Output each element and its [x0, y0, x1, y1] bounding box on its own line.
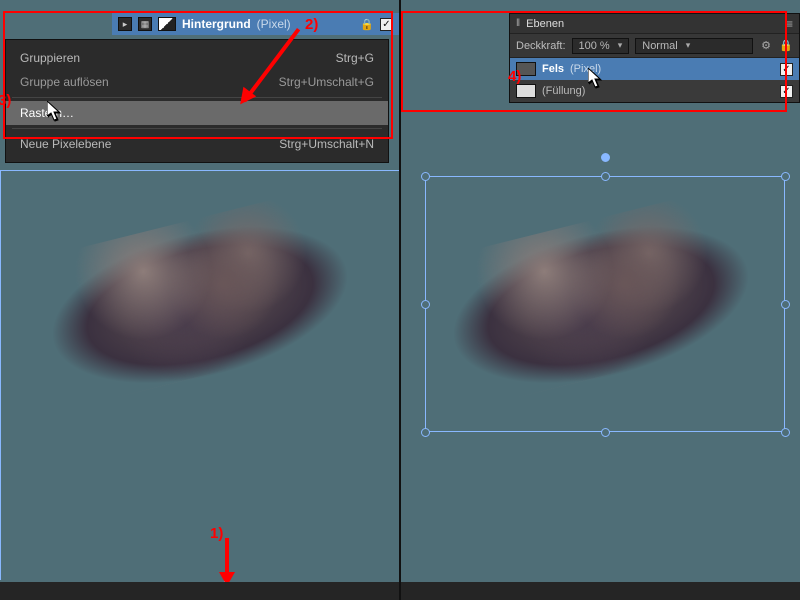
layer-type: (Pixel)	[570, 63, 601, 75]
blend-mode-select[interactable]: Normal	[635, 38, 753, 54]
menu-divider	[12, 97, 382, 98]
layers-panel: ‖ Ebenen ≡ Deckkraft: 100 % Normal ⚙ 🔒 F…	[509, 13, 800, 103]
context-menu: Gruppieren Strg+G Gruppe auflösen Strg+U…	[5, 39, 389, 163]
menu-shortcut: Strg+G	[336, 51, 374, 65]
lock-icon[interactable]: 🔒	[779, 39, 793, 52]
handle-ne[interactable]	[781, 172, 790, 181]
opacity-value[interactable]: 100 %	[572, 38, 630, 54]
panel-title: Ebenen	[526, 18, 780, 30]
layer-name[interactable]: (Füllung)	[542, 85, 585, 97]
menu-label: Gruppe auflösen	[20, 75, 109, 89]
visibility-checkbox[interactable]: ✓	[780, 63, 793, 76]
canvas-right[interactable]: ‖ Ebenen ≡ Deckkraft: 100 % Normal ⚙ 🔒 F…	[401, 0, 800, 600]
layer-type: (Pixel)	[257, 17, 291, 31]
menu-label: Neue Pixelebene	[20, 137, 111, 151]
menu-label: Gruppieren	[20, 51, 80, 65]
menu-label: Rastern…	[20, 106, 74, 120]
handle-n[interactable]	[601, 172, 610, 181]
selection-box-right[interactable]	[425, 176, 785, 432]
menu-shortcut: Strg+Umschalt+G	[279, 75, 374, 89]
layer-name[interactable]: Fels	[542, 63, 564, 75]
rotate-handle[interactable]	[601, 153, 610, 162]
mask-thumb-icon: ▦	[138, 17, 152, 31]
handle-nw[interactable]	[421, 172, 430, 181]
panel-header[interactable]: ‖ Ebenen ≡	[510, 14, 799, 34]
menu-item-neue-pixelebene[interactable]: Neue Pixelebene Strg+Umschalt+N	[6, 132, 388, 156]
panel-menu-icon[interactable]: ≡	[786, 17, 793, 31]
layer-name[interactable]: Hintergrund	[182, 17, 251, 31]
layer-row-hintergrund[interactable]: ▸ ▦ Hintergrund (Pixel) 🔒 ✓	[112, 13, 399, 35]
menu-divider	[12, 128, 382, 129]
canvas-left[interactable]: × ▸ ▦ Hintergrund (Pixel) 🔒 ✓ Gruppieren…	[0, 0, 399, 600]
menu-item-gruppe-aufloesen: Gruppe auflösen Strg+Umschalt+G	[6, 70, 388, 94]
handle-w[interactable]	[421, 300, 430, 309]
visibility-checkbox[interactable]: ✓	[380, 18, 393, 31]
panel-options-row: Deckkraft: 100 % Normal ⚙ 🔒	[510, 34, 799, 58]
handle-sw[interactable]	[421, 428, 430, 437]
handle-s[interactable]	[601, 428, 610, 437]
status-bar-left	[0, 582, 399, 600]
handle-e[interactable]	[781, 300, 790, 309]
collapse-toggle-icon[interactable]: ▸	[118, 17, 132, 31]
menu-item-gruppieren[interactable]: Gruppieren Strg+G	[6, 46, 388, 70]
handle-se[interactable]	[781, 428, 790, 437]
panel-tab-icon[interactable]: ‖	[516, 18, 520, 29]
status-bar-right	[401, 582, 800, 600]
lock-icon[interactable]: 🔒	[360, 18, 374, 31]
opacity-label: Deckkraft:	[516, 40, 566, 52]
gear-icon[interactable]: ⚙	[759, 39, 773, 52]
selection-box-left	[0, 170, 399, 580]
menu-shortcut: Strg+Umschalt+N	[279, 137, 374, 151]
visibility-checkbox[interactable]: ✓	[780, 85, 793, 98]
layer-row-fels[interactable]: Fels (Pixel) ✓	[510, 58, 799, 80]
layer-thumbnail[interactable]	[158, 17, 176, 31]
layer-row-fuellung[interactable]: (Füllung) ✓	[510, 80, 799, 102]
layer-thumbnail[interactable]	[516, 84, 536, 98]
menu-item-rastern[interactable]: Rastern…	[6, 101, 388, 125]
layer-thumbnail[interactable]	[516, 62, 536, 76]
